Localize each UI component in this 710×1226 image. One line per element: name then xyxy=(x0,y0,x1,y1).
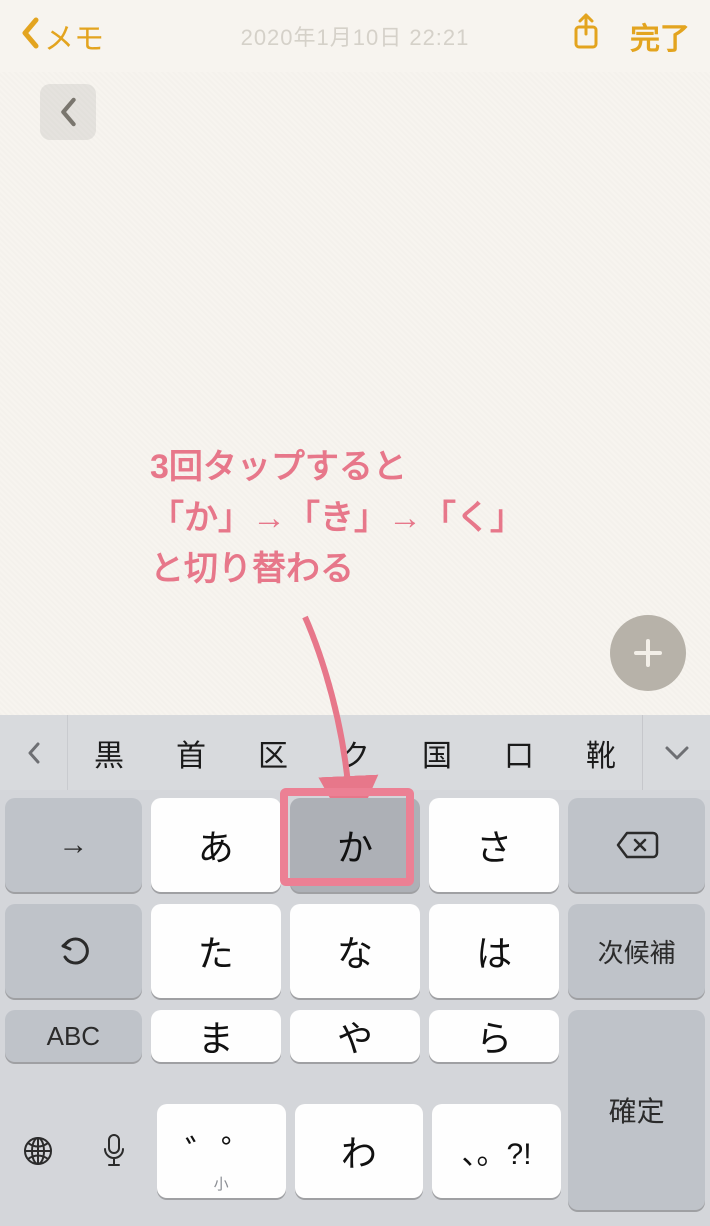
nav-bar: 2020年1月10日 22:21 メモ 完了 xyxy=(0,0,710,72)
key-undo[interactable] xyxy=(5,904,142,998)
backspace-icon xyxy=(615,830,659,860)
undo-icon xyxy=(55,933,91,969)
keyboard-row: た な は 次候補 xyxy=(5,904,705,998)
key-arrow-right[interactable]: → xyxy=(5,798,142,892)
candidate-item[interactable]: 区 xyxy=(250,731,296,775)
key-ta[interactable]: た xyxy=(151,904,281,998)
candidate-item[interactable]: ク xyxy=(332,731,378,775)
key-wa[interactable]: わ xyxy=(295,1104,424,1198)
annotation-line: 3回タップすると xyxy=(150,442,570,493)
key-dakuten-sub: 小 xyxy=(214,1173,229,1194)
candidate-item[interactable]: 首 xyxy=(168,731,214,775)
key-ka[interactable]: か xyxy=(290,798,420,892)
key-ya[interactable]: や xyxy=(290,1010,420,1062)
key-dakuten-label: ゛゜ xyxy=(185,1125,257,1177)
key-backspace[interactable] xyxy=(568,798,705,892)
keyboard: → あ か さ た な は 次候補 ABC ま や ら 確定 xyxy=(0,790,710,1226)
key-a[interactable]: あ xyxy=(151,798,281,892)
candidate-list: 黒 首 区 ク 国 口 靴 xyxy=(68,715,642,790)
annotation-line: と切り替わる xyxy=(150,544,570,595)
key-next-candidate[interactable]: 次候補 xyxy=(568,904,705,998)
key-ha[interactable]: は xyxy=(429,904,559,998)
key-abc[interactable]: ABC xyxy=(5,1010,142,1062)
candidate-prev-button[interactable] xyxy=(0,715,68,790)
key-confirm[interactable]: 確定 xyxy=(568,1010,705,1210)
keyboard-row: ABC ま や ら 確定 xyxy=(5,1010,705,1104)
key-sa[interactable]: さ xyxy=(429,798,559,892)
mic-icon xyxy=(101,1133,127,1169)
undo-chip[interactable] xyxy=(40,84,96,140)
key-dakuten[interactable]: ゛゜ 小 xyxy=(157,1104,286,1198)
note-timestamp: 2020年1月10日 22:21 xyxy=(0,20,710,52)
candidate-bar: 黒 首 区 ク 国 口 靴 xyxy=(0,715,710,790)
candidate-item[interactable]: 国 xyxy=(414,731,460,775)
candidate-item[interactable]: 口 xyxy=(496,731,542,775)
candidate-item[interactable]: 黒 xyxy=(86,731,132,775)
candidate-item[interactable]: 靴 xyxy=(578,731,624,775)
key-ma[interactable]: ま xyxy=(151,1010,281,1062)
tutorial-annotation: 3回タップすると 「か」→「き」→「く」 と切り替わる xyxy=(150,442,570,595)
key-punct[interactable]: 、。?! xyxy=(432,1104,561,1198)
globe-icon xyxy=(21,1134,55,1168)
key-dictation[interactable] xyxy=(81,1104,148,1198)
add-button[interactable] xyxy=(610,615,686,691)
keyboard-row: → あ か さ xyxy=(5,798,705,892)
key-ra[interactable]: ら xyxy=(429,1010,559,1062)
key-globe[interactable] xyxy=(5,1104,72,1198)
key-na[interactable]: な xyxy=(290,904,420,998)
candidate-expand-button[interactable] xyxy=(642,715,710,790)
annotation-line: 「か」→「き」→「く」 xyxy=(150,493,570,544)
note-area[interactable]: 3回タップすると 「か」→「き」→「く」 と切り替わる xyxy=(0,72,710,715)
